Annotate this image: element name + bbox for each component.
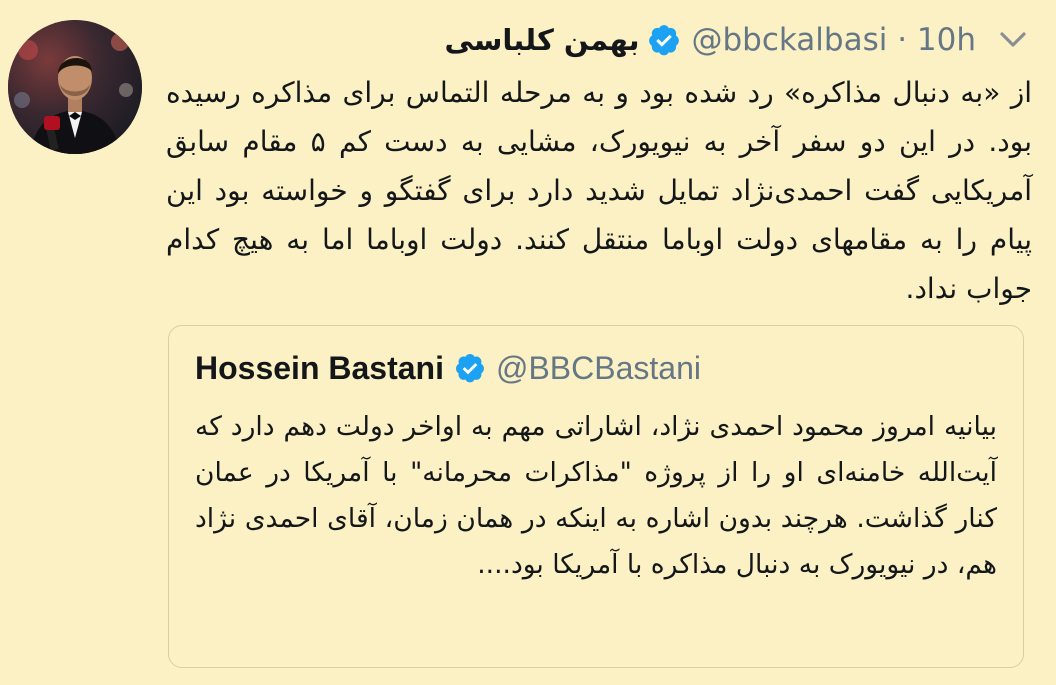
verified-badge-icon xyxy=(649,25,680,56)
quoted-tweet-text: بیانیه امروز محمود احمدی نژاد، اشاراتی م… xyxy=(195,411,997,580)
separator-dot: · xyxy=(887,22,917,58)
avatar-photo xyxy=(8,20,142,154)
author-handle[interactable]: @bbckalbasi xyxy=(691,22,887,58)
verified-badge-icon xyxy=(455,354,484,383)
tweet-timestamp[interactable]: 10h xyxy=(917,22,976,58)
chevron-down-icon[interactable] xyxy=(998,26,1028,52)
quoted-author-name[interactable]: Hossein Bastani xyxy=(195,350,444,387)
quoted-tweet-header: Hossein Bastani @BBCBastani xyxy=(195,346,701,390)
tweet-card: بهمن کلباسی @bbckalbasi · 10h از «به دنب… xyxy=(0,0,1056,685)
avatar[interactable] xyxy=(8,20,142,154)
tweet-text: از «به دنبال مذاکره» رد شده بود و به مرح… xyxy=(166,76,1033,305)
quoted-author-handle[interactable]: @BBCBastani xyxy=(496,350,701,387)
tweet-header: بهمن کلباسی @bbckalbasi · 10h xyxy=(445,18,976,62)
quoted-tweet[interactable]: Hossein Bastani @BBCBastani بیانیه امروز… xyxy=(168,325,1024,668)
author-name[interactable]: بهمن کلباسی xyxy=(445,23,640,57)
